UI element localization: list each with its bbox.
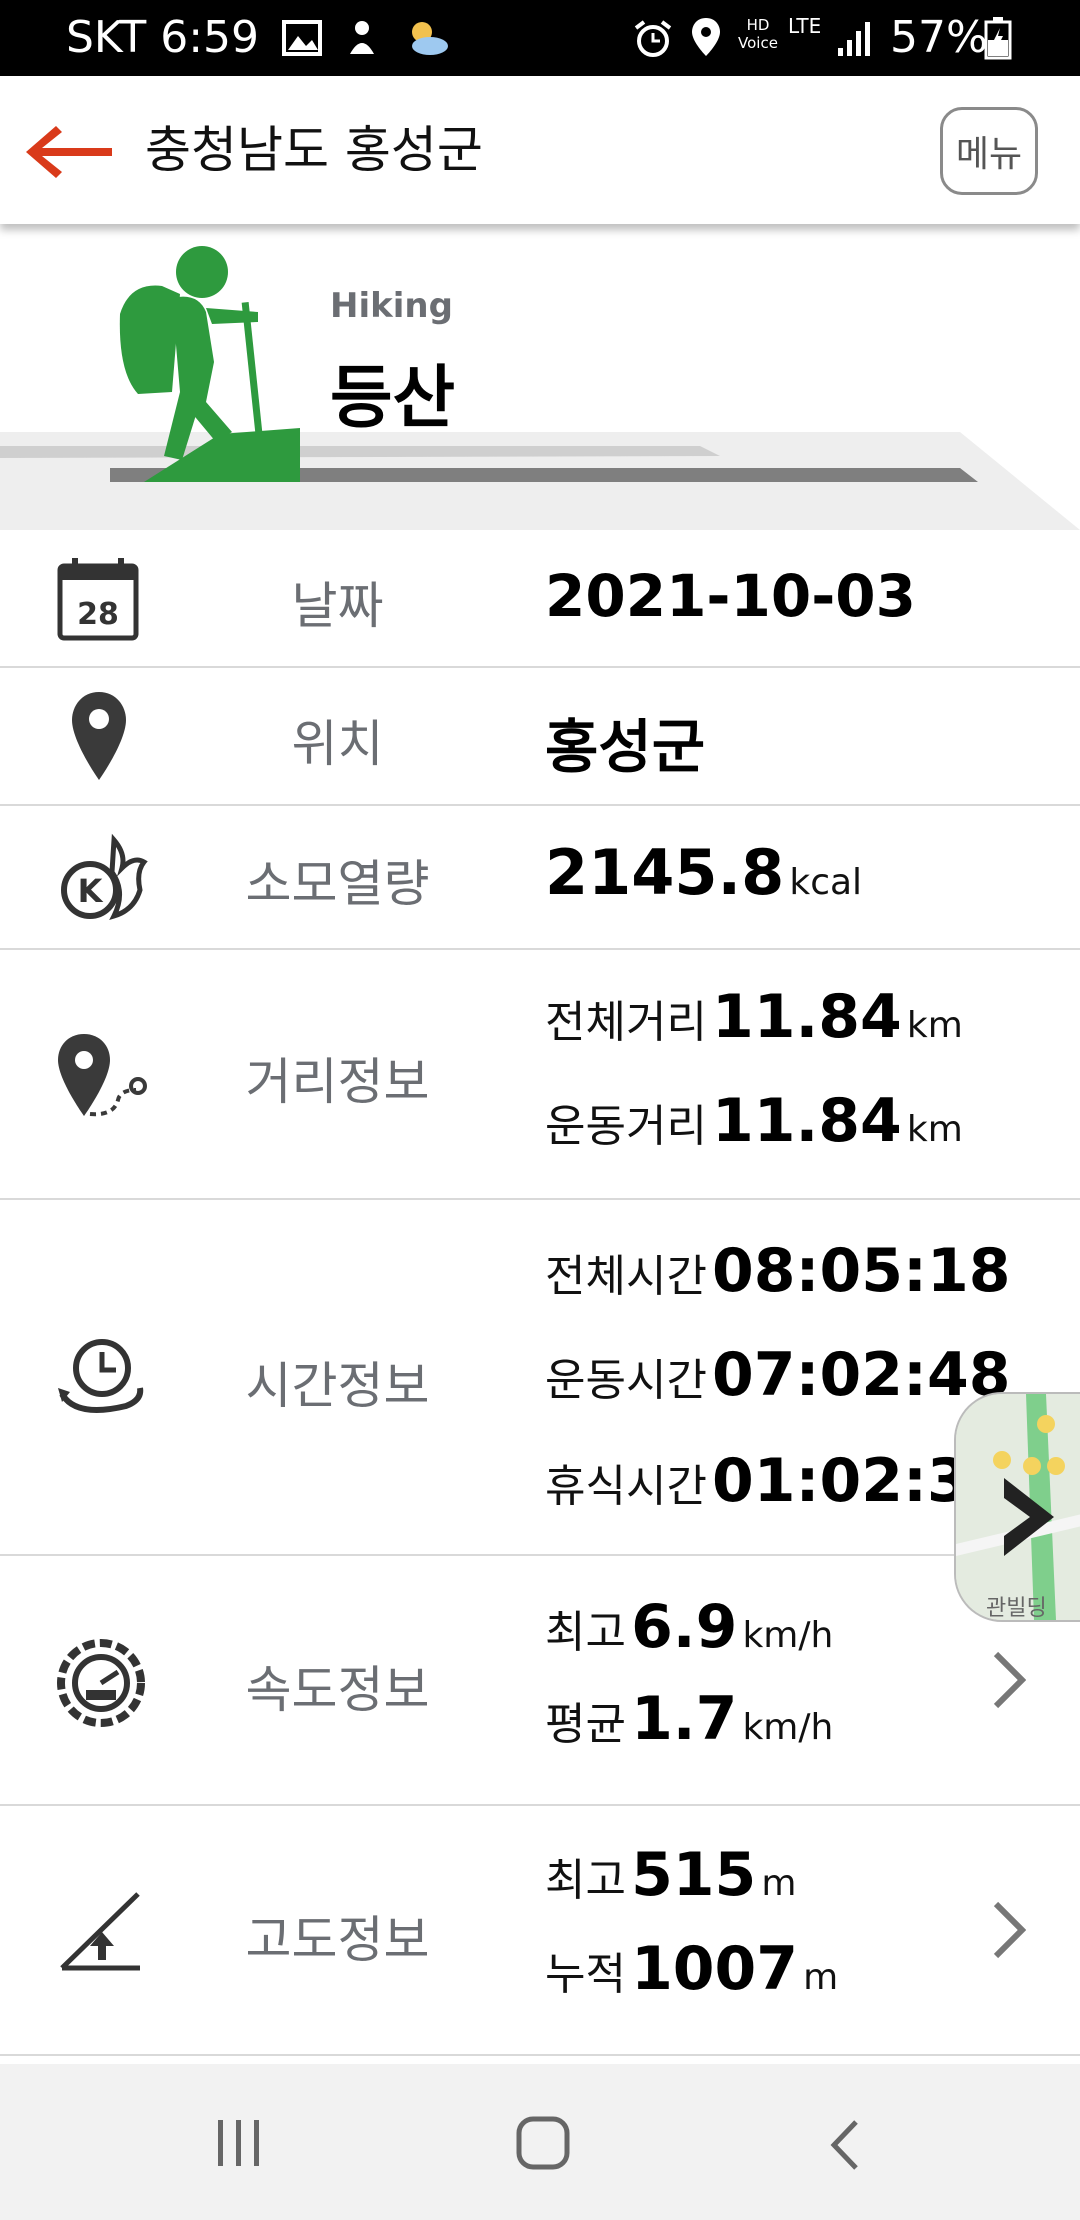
avg-speed-value: 1.7 xyxy=(631,1684,738,1754)
map-pin-icon xyxy=(70,690,128,786)
cumulative-altitude-value: 1007 xyxy=(631,1934,799,2004)
total-time-value: 08:05:18 xyxy=(712,1236,1011,1306)
total-distance-line: 전체거리 11.84 km xyxy=(545,982,963,1052)
menu-button[interactable]: 메뉴 xyxy=(940,107,1038,195)
chevron-right-icon xyxy=(994,1474,1064,1564)
map-label: 관빌딩 xyxy=(986,1596,1047,1621)
date-value: 2021-10-03 xyxy=(545,562,916,630)
location-value: 홍성군 xyxy=(545,713,706,781)
activity-english-name: Hiking xyxy=(330,286,453,326)
total-distance-label: 전체거리 xyxy=(545,997,707,1048)
max-altitude-line: 최고 515 m xyxy=(545,1840,796,1910)
calorie-flame-icon: K xyxy=(54,832,150,926)
max-altitude-label: 최고 xyxy=(545,1855,626,1906)
max-altitude-value: 515 xyxy=(631,1840,757,1910)
chevron-right-icon xyxy=(990,1650,1027,1714)
hiker-icon xyxy=(110,242,310,486)
rest-time-value: 01:02:3 xyxy=(712,1446,969,1516)
calendar-icon: 28 xyxy=(50,556,146,648)
app-bar: 충청남도 홍성군 메뉴 xyxy=(0,76,1080,224)
date-label: 날짜 xyxy=(291,577,384,635)
date-row: 28 날짜 2021-10-03 xyxy=(0,530,1080,668)
calories-label: 소모열량 xyxy=(245,855,430,913)
moving-distance-value: 11.84 xyxy=(712,1086,902,1156)
altitude-label: 고도정보 xyxy=(245,1911,430,1969)
calories-value-line: 2145.8 kcal xyxy=(545,836,862,909)
total-time-line: 전체시간 08:05:18 xyxy=(545,1236,1011,1306)
battery-icon xyxy=(984,16,1012,64)
total-distance-unit: km xyxy=(906,1005,963,1046)
activity-header: Hiking 등산 xyxy=(0,224,1080,530)
activity-name: 등산 xyxy=(330,359,456,438)
clock-rotate-icon xyxy=(56,1330,146,1424)
chevron-right-icon xyxy=(990,1900,1027,1964)
moving-time-line: 운동시간 07:02:48 xyxy=(545,1340,1011,1410)
location-label: 위치 xyxy=(291,715,384,773)
home-icon[interactable] xyxy=(516,2116,570,2174)
gallery-icon xyxy=(282,20,322,60)
signal-icon xyxy=(836,18,874,62)
moving-distance-label: 운동거리 xyxy=(545,1101,707,1152)
location-icon xyxy=(690,16,722,62)
max-speed-value: 6.9 xyxy=(631,1592,738,1662)
time-row: 시간정보 전체시간 08:05:18 운동시간 07:02:48 휴식시간 01… xyxy=(0,1200,1080,1556)
altitude-row[interactable]: 고도정보 최고 515 m 누적 1007 m xyxy=(0,1806,1080,2056)
weather-icon xyxy=(402,18,452,62)
speedometer-icon xyxy=(56,1638,146,1732)
total-time-label: 전체시간 xyxy=(545,1251,707,1302)
max-speed-unit: km/h xyxy=(742,1615,834,1656)
moving-time-label: 운동시간 xyxy=(545,1355,707,1406)
max-altitude-unit: m xyxy=(761,1863,797,1904)
speed-row[interactable]: 속도정보 최고 6.9 km/h 평균 1.7 km/h xyxy=(0,1556,1080,1806)
svg-text:28: 28 xyxy=(77,597,119,632)
alarm-icon xyxy=(632,18,674,64)
system-navigation-bar xyxy=(0,2064,1080,2220)
total-distance-value: 11.84 xyxy=(712,982,902,1052)
distance-row: 거리정보 전체거리 11.84 km 운동거리 11.84 km xyxy=(0,950,1080,1200)
lte-indicator: LTE xyxy=(788,14,822,38)
back-arrow-icon[interactable] xyxy=(22,120,116,188)
moving-distance-line: 운동거리 11.84 km xyxy=(545,1086,963,1156)
notification-icon xyxy=(344,18,380,62)
hd-voice-indicator: HD Voice xyxy=(738,16,778,52)
location-row: 위치 홍성군 xyxy=(0,668,1080,806)
avg-speed-label: 평균 xyxy=(545,1699,626,1750)
avg-speed-unit: km/h xyxy=(742,1707,834,1748)
distance-label: 거리정보 xyxy=(245,1053,430,1111)
time-label: 시간정보 xyxy=(245,1357,430,1415)
page-title: 충청남도 홍성군 xyxy=(145,121,483,179)
calories-unit: kcal xyxy=(789,862,863,903)
rest-time-label: 휴식시간 xyxy=(545,1461,707,1512)
speed-label: 속도정보 xyxy=(245,1661,430,1719)
max-speed-line: 최고 6.9 km/h xyxy=(545,1592,833,1662)
back-icon[interactable] xyxy=(826,2118,862,2176)
cumulative-altitude-unit: m xyxy=(803,1957,839,1998)
cumulative-altitude-line: 누적 1007 m xyxy=(545,1934,838,2004)
battery-percent: 57% xyxy=(890,12,988,63)
rest-time-line: 휴식시간 01:02:3 xyxy=(545,1446,969,1516)
calories-row: K 소모열량 2145.8 kcal xyxy=(0,806,1080,950)
max-speed-label: 최고 xyxy=(545,1607,626,1658)
status-bar: SKT 6:59 HD Voice LTE 57% xyxy=(0,0,1080,76)
map-thumbnail-button[interactable]: 관빌딩 xyxy=(954,1392,1080,1622)
avg-speed-line: 평균 1.7 km/h xyxy=(545,1684,833,1754)
cumulative-altitude-label: 누적 xyxy=(545,1949,626,2000)
calories-value: 2145.8 xyxy=(545,836,785,909)
recent-apps-icon[interactable] xyxy=(214,2118,264,2172)
svg-text:K: K xyxy=(78,872,104,910)
moving-distance-unit: km xyxy=(906,1109,963,1150)
elevation-icon xyxy=(58,1888,144,1976)
route-pin-icon xyxy=(54,1030,150,1126)
carrier-time: SKT 6:59 xyxy=(66,12,260,63)
